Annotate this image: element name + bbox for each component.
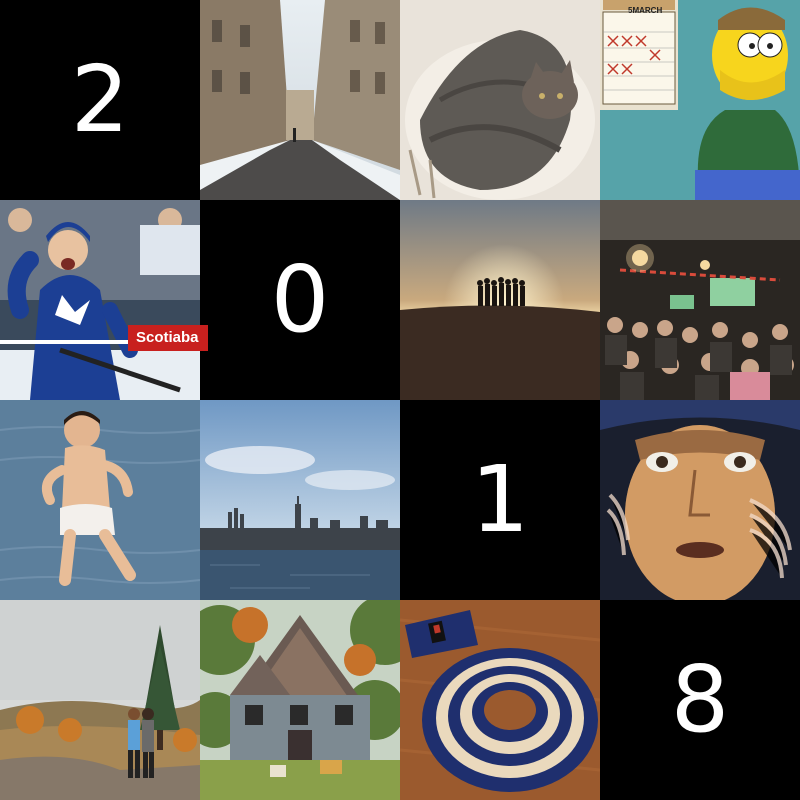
sponsor-board-text: Scotiaba [128,325,208,351]
cat-in-sweater-photo [400,0,600,200]
digit-tile-1: 1 [400,400,600,600]
year-digit: 8 [670,646,730,753]
collage-grid: 2 5MARCH 0 1 8 Scotiaba [0,0,800,800]
rolled-belt-photo [400,600,600,800]
old-house-photo [200,600,400,800]
calendar-month-label: 5MARCH [628,6,663,15]
cartoon-calendar-photo: 5MARCH [600,0,800,200]
pub-crowd-photo [600,200,800,400]
child-in-water-photo [0,400,200,600]
year-digit: 2 [70,46,130,153]
autumn-couple-photo [0,600,200,800]
city-skyline-photo [200,400,400,600]
digit-tile-2: 2 [0,0,200,200]
snowy-city-street-photo [200,0,400,200]
digit-tile-0: 0 [200,200,400,400]
astronaut-face-photo [600,400,800,600]
digit-tile-8: 8 [600,600,800,800]
hockey-player-photo [0,200,200,400]
desert-silhouette-photo [400,200,600,400]
year-digit: 1 [470,446,530,553]
year-digit: 0 [270,246,330,353]
